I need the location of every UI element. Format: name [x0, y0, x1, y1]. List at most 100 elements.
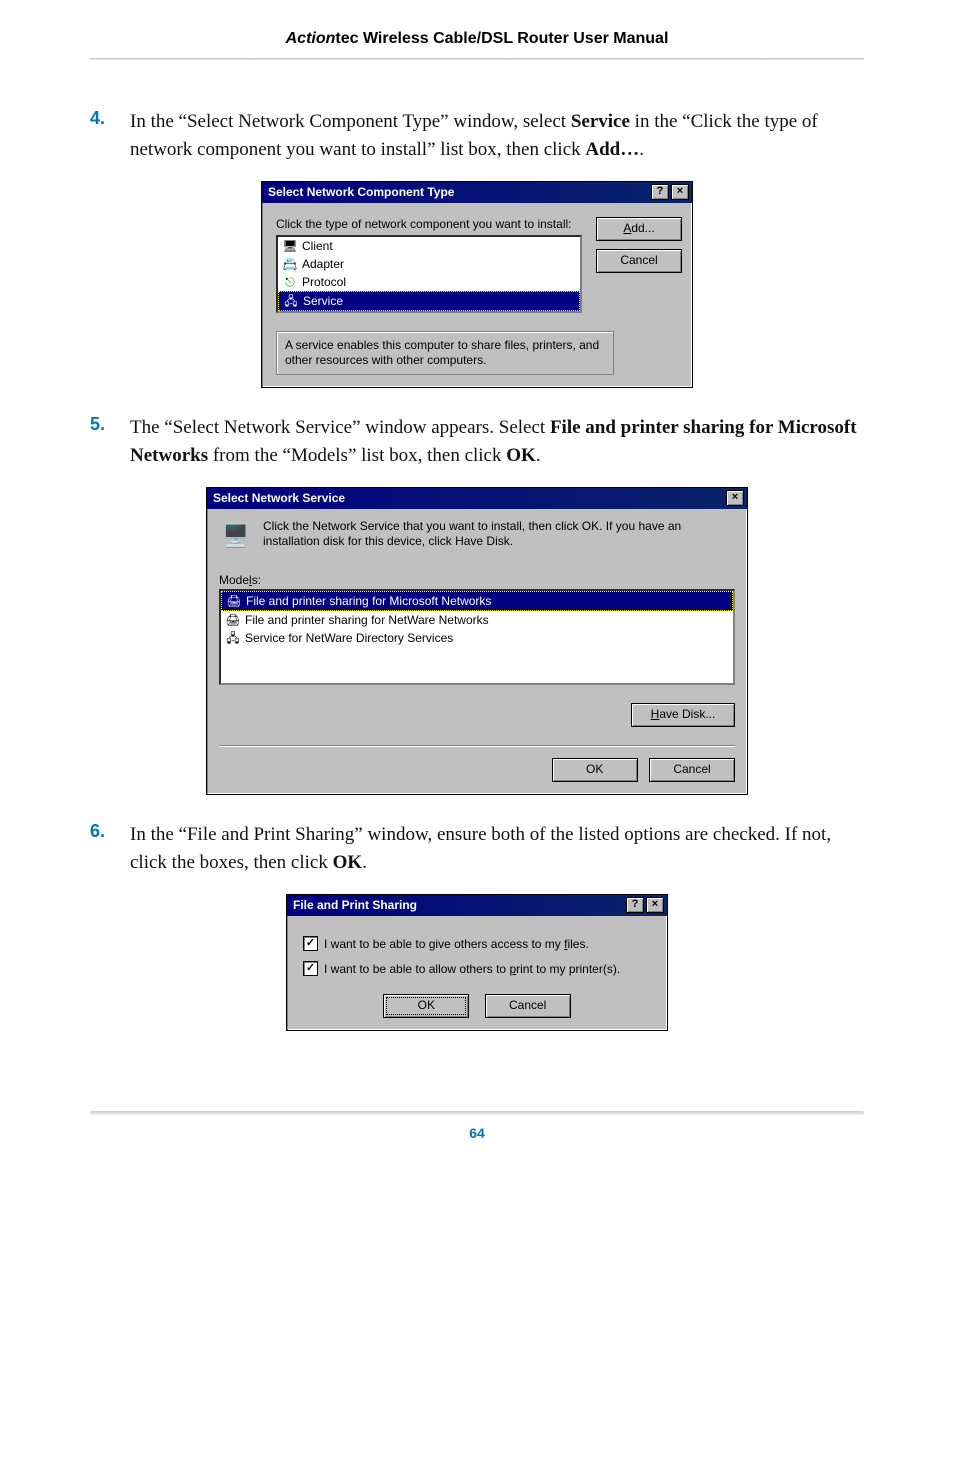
dialog3-titlebar-buttons: ? ×: [626, 897, 664, 913]
step-6-number: 6.: [90, 821, 130, 842]
dialog2-titlebar: Select Network Service ×: [207, 488, 747, 509]
title-rest: Wireless Cable/DSL Router User Manual: [359, 30, 669, 47]
models-listbox[interactable]: File and printer sharing for Microsoft N…: [219, 589, 735, 685]
dialog1-prompt: Click the type of network component you …: [276, 217, 582, 231]
checkbox-row-files[interactable]: I want to be able to give others access …: [303, 936, 651, 951]
dialog2-titlebar-buttons: ×: [726, 490, 744, 506]
step4-end: .: [639, 139, 644, 160]
close-icon[interactable]: ×: [646, 897, 664, 913]
adapter-icon: [282, 256, 298, 272]
models-label: Models:: [219, 573, 735, 587]
dialog1-titlebar-buttons: ? ×: [651, 184, 689, 200]
checkbox-row-printers[interactable]: I want to be able to allow others to pri…: [303, 961, 651, 976]
dialog1-left-col: Click the type of network component you …: [276, 217, 582, 313]
help-icon[interactable]: ?: [651, 184, 669, 200]
step5-end: .: [536, 445, 541, 466]
close-icon[interactable]: ×: [671, 184, 689, 200]
figure-dialog-2: Select Network Service × 🖥️ Click the Ne…: [90, 487, 864, 795]
have-disk-button[interactable]: Have Disk...: [631, 703, 735, 727]
list-item-client[interactable]: Client: [278, 237, 580, 255]
step-5: 5. The “Select Network Service” window a…: [90, 414, 864, 469]
list-item-protocol[interactable]: Protocol: [278, 273, 580, 291]
footer-rule: [90, 1111, 864, 1115]
list-item-netware-sharing[interactable]: File and printer sharing for NetWare Net…: [221, 611, 733, 629]
step5-bold2: OK: [506, 445, 536, 466]
models-pre: Mode: [219, 573, 249, 587]
cancel-button[interactable]: Cancel: [649, 758, 735, 782]
ok-button[interactable]: OK: [552, 758, 638, 782]
dialog2-body: 🖥️ Click the Network Service that you wa…: [207, 509, 747, 794]
dialog1-title: Select Network Component Type: [268, 185, 454, 199]
figure-dialog-3: File and Print Sharing ? × I want to be …: [90, 894, 864, 1031]
opt2-label: I want to be able to allow others to pri…: [324, 962, 620, 976]
add-button[interactable]: Add...: [596, 217, 682, 241]
step-6-body: In the “File and Print Sharing” window, …: [130, 821, 864, 876]
opt2-pre: I want to be able to allow others to: [324, 962, 509, 976]
step4-bold2: Add…: [585, 139, 639, 160]
dialog2-intro: 🖥️ Click the Network Service that you wa…: [219, 519, 735, 553]
dialog3-bottom-row: OK Cancel: [303, 994, 651, 1018]
step6-end: .: [362, 852, 367, 873]
nw-label: File and printer sharing for NetWare Net…: [245, 613, 489, 627]
network-service-icon: 🖥️: [219, 519, 253, 553]
dialog1-description: A service enables this computer to share…: [276, 331, 614, 375]
page-number: 64: [0, 1125, 954, 1141]
opt2-rest: rint to my printer(s).: [516, 962, 620, 976]
list-item-nds-service[interactable]: Service for NetWare Directory Services: [221, 629, 733, 647]
list-item-ms-sharing[interactable]: File and printer sharing for Microsoft N…: [221, 591, 733, 611]
step-6: 6. In the “File and Print Sharing” windo…: [90, 821, 864, 876]
step5-mid: from the “Models” list box, then click: [208, 445, 506, 466]
protocol-icon: [282, 274, 298, 290]
checkbox-printers[interactable]: [303, 961, 318, 976]
opt1-pre: I want to be able to give others access …: [324, 937, 564, 951]
client-icon: [282, 238, 298, 254]
dialog1-right-col: Add... Cancel: [596, 217, 680, 313]
figure-dialog-1: Select Network Component Type ? × Click …: [90, 181, 864, 388]
adapter-label: Adapter: [302, 257, 344, 271]
dialog3-titlebar: File and Print Sharing ? ×: [287, 895, 667, 916]
dialog1-body: Click the type of network component you …: [262, 203, 692, 387]
dialog3-body: I want to be able to give others access …: [287, 916, 667, 1030]
step6-pre: In the “File and Print Sharing” window, …: [130, 824, 831, 873]
protocol-label: Protocol: [302, 275, 346, 289]
step4-bold1: Service: [571, 111, 630, 132]
content: 4. In the “Select Network Component Type…: [0, 68, 954, 1031]
dialog-select-network-service: Select Network Service × 🖥️ Click the Ne…: [206, 487, 748, 795]
list-item-service[interactable]: Service: [278, 291, 580, 311]
ok-button[interactable]: OK: [383, 994, 469, 1018]
nds-label: Service for NetWare Directory Services: [245, 631, 453, 645]
step6-bold1: OK: [333, 852, 363, 873]
printer-icon: [225, 612, 241, 628]
header: Actiontec Wireless Cable/DSL Router User…: [0, 0, 954, 60]
step-4: 4. In the “Select Network Component Type…: [90, 108, 864, 163]
opt1-rest: iles.: [567, 937, 588, 951]
opt1-label: I want to be able to give others access …: [324, 937, 589, 951]
dialog2-bottom-row: OK Cancel: [219, 745, 735, 782]
dialog1-titlebar: Select Network Component Type ? ×: [262, 182, 692, 203]
havedisk-rest: ave Disk...: [659, 707, 715, 721]
add-rest: dd...: [631, 221, 654, 235]
service-icon: [283, 293, 299, 309]
help-icon[interactable]: ?: [626, 897, 644, 913]
service-icon: [225, 630, 241, 646]
checkbox-files[interactable]: [303, 936, 318, 951]
dialog2-title: Select Network Service: [213, 491, 345, 505]
step4-pre: In the “Select Network Component Type” w…: [130, 111, 571, 132]
list-item-adapter[interactable]: Adapter: [278, 255, 580, 273]
component-type-listbox[interactable]: Client Adapter Protocol Service: [276, 235, 582, 313]
service-label: Service: [303, 294, 343, 308]
running-head: Actiontec Wireless Cable/DSL Router User…: [90, 30, 864, 48]
dialog-select-network-component-type: Select Network Component Type ? × Click …: [261, 181, 693, 388]
step-5-number: 5.: [90, 414, 130, 435]
brand-suffix: tec: [335, 30, 358, 47]
cancel-button[interactable]: Cancel: [596, 249, 682, 273]
close-icon[interactable]: ×: [726, 490, 744, 506]
dialog2-have-disk-row: Have Disk...: [219, 703, 735, 727]
step5-pre: The “Select Network Service” window appe…: [130, 417, 550, 438]
cancel-button[interactable]: Cancel: [485, 994, 571, 1018]
brand-italic: Action: [286, 30, 336, 47]
page: Actiontec Wireless Cable/DSL Router User…: [0, 0, 954, 1181]
dialog2-intro-text: Click the Network Service that you want …: [263, 519, 735, 549]
dialog3-title: File and Print Sharing: [293, 898, 417, 912]
dialog1-top-row: Click the type of network component you …: [276, 217, 680, 313]
